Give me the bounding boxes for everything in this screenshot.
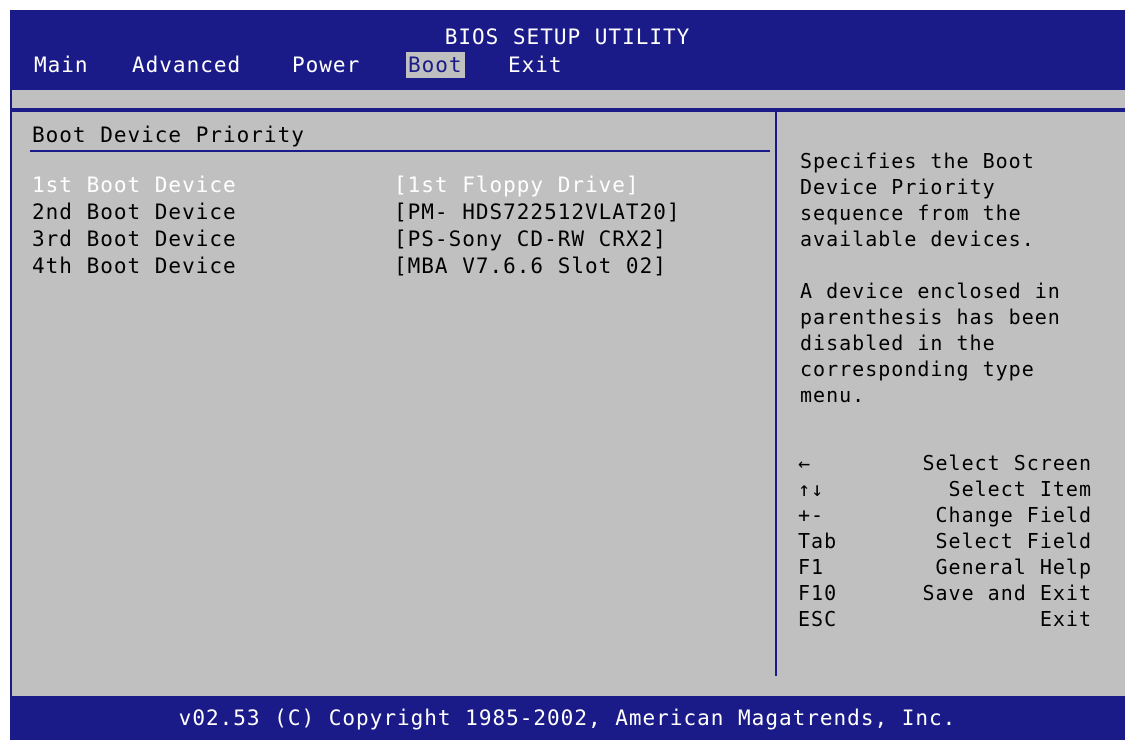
boot-device-row-3[interactable]: 3rd Boot Device [PS-Sony CD-RW CRX2]: [12, 226, 772, 253]
key-legend-row: ↑↓ Select Item: [798, 476, 1118, 502]
key-label: ESC: [798, 607, 838, 631]
boot-device-value[interactable]: [1st Floppy Drive]: [394, 172, 640, 199]
key-description: General Help: [935, 555, 1092, 579]
bottom-separator-strip: [12, 676, 1125, 696]
key-description: Save and Exit: [922, 581, 1092, 605]
key-description: Select Item: [948, 477, 1092, 501]
key-legend-row: +- Change Field: [798, 502, 1118, 528]
key-description: Exit: [1039, 607, 1092, 631]
menu-exit[interactable]: Exit: [506, 52, 565, 78]
key-legend-row: F10 Save and Exit: [798, 580, 1118, 606]
copyright-footer: v02.53 (C) Copyright 1985-2002, American…: [178, 706, 957, 730]
key-legend-row: ← Select Screen: [798, 450, 1118, 476]
main-panel: Boot Device Priority 1st Boot Device [1s…: [12, 112, 1125, 676]
boot-device-label: 1st Boot Device: [32, 173, 237, 197]
boot-device-label: 4th Boot Device: [32, 254, 237, 278]
key-legend: ← Select Screen ↑↓ Select Item +- Change…: [798, 450, 1118, 632]
boot-device-value[interactable]: [MBA V7.6.6 Slot 02]: [394, 253, 667, 280]
bios-screen: BIOS SETUP UTILITY Main Advanced Power B…: [10, 10, 1125, 740]
boot-device-row-4[interactable]: 4th Boot Device [MBA V7.6.6 Slot 02]: [12, 253, 772, 280]
boot-device-row-1[interactable]: 1st Boot Device [1st Floppy Drive]: [12, 172, 772, 199]
menu-power[interactable]: Power: [290, 52, 362, 78]
key-label: Tab: [798, 529, 838, 553]
boot-device-value[interactable]: [PM- HDS722512VLAT20]: [394, 199, 681, 226]
key-label: F10: [798, 581, 838, 605]
menu-advanced[interactable]: Advanced: [130, 52, 243, 78]
boot-device-value[interactable]: [PS-Sony CD-RW CRX2]: [394, 226, 667, 253]
key-label: +-: [798, 503, 825, 527]
left-arrow-icon: ←: [798, 451, 812, 475]
key-legend-row: ESC Exit: [798, 606, 1118, 632]
menu-main[interactable]: Main: [32, 52, 91, 78]
menu-bar: Main Advanced Power Boot Exit: [10, 52, 1125, 78]
boot-device-label: 2nd Boot Device: [32, 200, 237, 224]
section-divider: [30, 150, 770, 152]
key-description: Select Screen: [922, 451, 1092, 475]
menu-boot[interactable]: Boot: [406, 52, 465, 78]
key-label: F1: [798, 555, 825, 579]
key-legend-row: Tab Select Field: [798, 528, 1118, 554]
panel-divider: [775, 112, 777, 676]
up-down-arrows-icon: ↑↓: [798, 477, 825, 501]
key-legend-row: F1 General Help: [798, 554, 1118, 580]
top-separator-strip: [12, 90, 1125, 108]
section-title: Boot Device Priority: [32, 123, 305, 147]
help-text: Specifies the Boot Device Priority seque…: [800, 149, 1061, 407]
boot-device-row-2[interactable]: 2nd Boot Device [PM- HDS722512VLAT20]: [12, 199, 772, 226]
boot-device-label: 3rd Boot Device: [32, 227, 237, 251]
window-title: BIOS SETUP UTILITY: [444, 25, 691, 49]
key-description: Change Field: [935, 503, 1092, 527]
key-description: Select Field: [935, 529, 1092, 553]
